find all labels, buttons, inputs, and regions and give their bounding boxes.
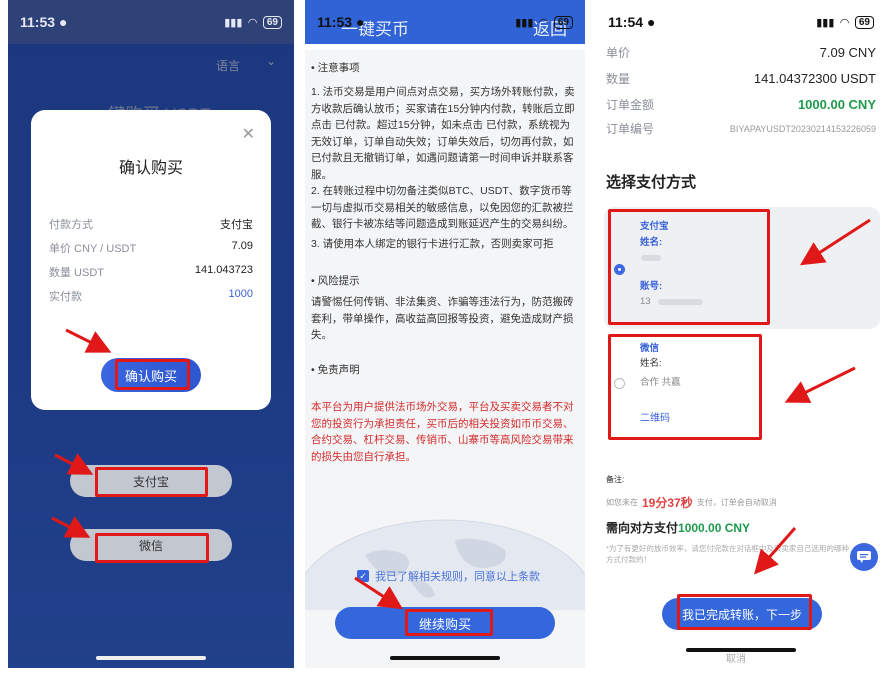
annotation-arrows bbox=[51, 218, 871, 610]
